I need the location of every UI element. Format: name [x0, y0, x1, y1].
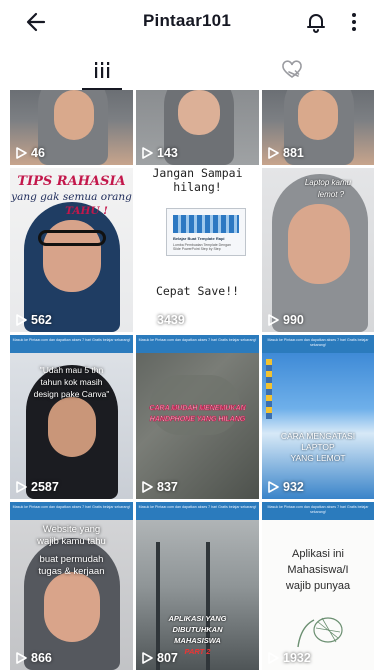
video-caption-extra: buat permudah [39, 554, 104, 565]
promo-banner: Masuk ke Pintaar.com dan dapatkan akses … [262, 502, 374, 520]
video-tile[interactable]: Masuk ke Pintaar.com dan dapatkan akses … [136, 502, 259, 670]
video-caption-title: CARA MUDAH MENEMUKAN [149, 405, 246, 413]
video-caption-extra: YANG LEMOT [290, 453, 346, 463]
notifications-button[interactable] [302, 8, 330, 36]
play-icon [268, 147, 279, 159]
slide-thumbnail: Belajar Buat Template Rapi Lomba Pembuat… [166, 208, 246, 256]
video-tile[interactable]: Masuk ke Pintaar.com dan dapatkan akses … [136, 335, 259, 499]
video-tile[interactable]: Laptop kamu lemot ? 990 [262, 168, 374, 332]
view-count: 1932 [268, 651, 311, 665]
bell-icon [307, 14, 325, 33]
play-icon [142, 481, 153, 493]
play-icon [142, 147, 153, 159]
view-count: 866 [16, 651, 52, 665]
promo-banner: Masuk ke Pintaar.com dan dapatkan akses … [136, 335, 259, 353]
more-options-button[interactable] [344, 8, 364, 36]
view-count: 3439 [142, 313, 185, 327]
video-tile[interactable]: Masuk ke Pintaar.com dan dapatkan akses … [10, 502, 133, 670]
more-vertical-icon [352, 13, 356, 31]
video-caption-extra: MAHASISWA [174, 636, 221, 645]
video-caption-subtitle: yang gak semua orang [11, 191, 132, 203]
video-caption-title: Laptop kamu [304, 178, 352, 187]
video-caption-title: Jangan Sampai [152, 168, 243, 180]
video-tile[interactable]: Masuk ke Pintaar.com dan dapatkan akses … [262, 502, 374, 670]
profile-header: Pintaar101 [0, 0, 374, 46]
view-count: 932 [268, 480, 304, 494]
video-caption-title: Aplikasi ini [292, 548, 344, 560]
video-tile[interactable]: 881 [262, 90, 374, 165]
view-count: 807 [142, 651, 178, 665]
video-caption-extra: TAHU ! [65, 205, 108, 217]
video-caption-subtitle: lemot ? [317, 190, 345, 199]
view-count: 2587 [16, 480, 59, 494]
video-caption-title: Website yang [42, 524, 101, 535]
video-caption-extra: design pake Canva" [33, 389, 110, 399]
view-count: 837 [142, 480, 178, 494]
play-icon [16, 481, 27, 493]
play-icon [16, 147, 27, 159]
video-tile[interactable]: 46 [10, 90, 133, 165]
video-caption-extra: wajib punyaa [285, 580, 351, 592]
play-icon [268, 481, 279, 493]
view-count: 46 [16, 146, 45, 160]
play-icon [142, 314, 153, 326]
promo-banner: Masuk ke Pintaar.com dan dapatkan akses … [10, 502, 133, 520]
video-caption-title: "Udah mau 5 thn [39, 365, 104, 375]
video-caption-title: APLIKASI YANG [168, 614, 227, 623]
tab-liked[interactable] [230, 50, 354, 90]
video-caption-title: TIPS RAHASIA [17, 174, 126, 189]
play-icon [268, 314, 279, 326]
video-tile[interactable]: Jangan Sampai hilang! Belajar Buat Templ… [136, 168, 259, 332]
view-count: 881 [268, 146, 304, 160]
play-icon [142, 652, 153, 664]
play-icon [16, 314, 27, 326]
promo-banner: Masuk ke Pintaar.com dan dapatkan akses … [10, 335, 133, 353]
video-caption-subtitle: DIBUTUHKAN [172, 625, 223, 634]
video-tile[interactable]: Masuk ke Pintaar.com dan dapatkan akses … [10, 335, 133, 499]
promo-banner: Masuk ke Pintaar.com dan dapatkan akses … [136, 502, 259, 520]
leaf-icon [297, 617, 343, 648]
heart-off-icon [282, 60, 302, 78]
video-caption-cta: Cepat Save!! [155, 284, 240, 298]
profile-tabs [0, 50, 374, 90]
video-tile[interactable]: 143 [136, 90, 259, 165]
video-caption-subtitle: wajib kamu tahu [37, 536, 106, 547]
video-caption-subtitle: Mahasiswa/I [287, 564, 349, 576]
video-caption-subtitle: HANDPHONE YANG HILANG [149, 416, 246, 424]
play-icon [268, 652, 279, 664]
tab-videos[interactable] [40, 50, 164, 90]
video-caption-subtitle: LAPTOP [301, 442, 335, 452]
view-count: 143 [142, 146, 178, 160]
video-grid: 46 143 881 TIPS RAHASIA yang gak semua o… [10, 90, 374, 670]
video-tile[interactable]: Masuk ke Pintaar.com dan dapatkan akses … [262, 335, 374, 499]
video-tile[interactable]: TIPS RAHASIA yang gak semua orang TAHU !… [10, 168, 133, 332]
video-caption-subtitle: hilang! [173, 180, 222, 194]
video-caption-extra-2: tugas & kerjaan [38, 566, 105, 577]
video-caption-subtitle: tahun kok masih [40, 377, 103, 387]
view-count: 562 [16, 313, 52, 327]
play-icon [16, 652, 27, 664]
promo-banner: Masuk ke Pintaar.com dan dapatkan akses … [262, 335, 374, 353]
grid-icon [95, 62, 110, 78]
video-caption-title: CARA MENGATASI [280, 431, 356, 441]
view-count: 990 [268, 313, 304, 327]
